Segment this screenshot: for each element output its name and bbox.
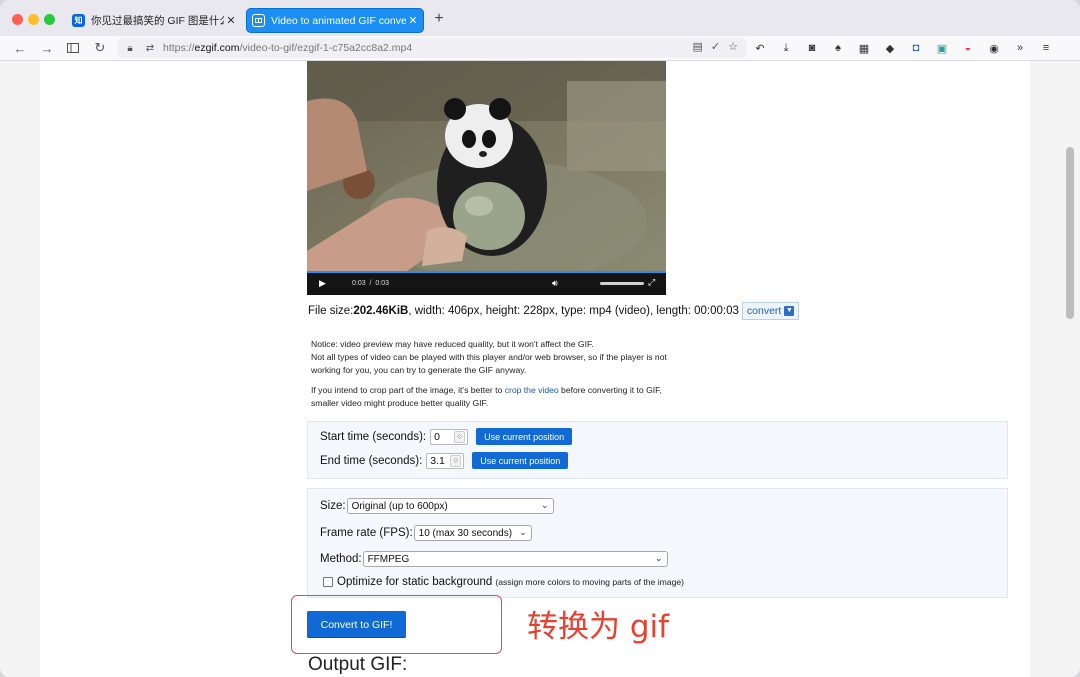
zoom-window-button[interactable] <box>44 14 55 25</box>
close-icon[interactable]: ✕ <box>406 14 420 27</box>
toolbar-extensions: ↶ ⤓ ◙ ♠ ▦ ◆ ◘ ▣ ◒ ◉ » ≡ <box>752 40 1054 56</box>
pocket-icon[interactable]: ◒ <box>960 40 976 56</box>
menu-icon[interactable]: ≡ <box>1038 40 1054 56</box>
method-row: Method: FFMPEG ⌄ <box>320 551 668 567</box>
convert-dropdown-button[interactable]: convert ▼ <box>741 302 800 320</box>
reload-icon[interactable]: ↻ <box>92 40 108 56</box>
checkmark-icon[interactable]: ✓ <box>711 40 720 53</box>
end-time-label: End time (seconds): <box>320 454 423 467</box>
size-label: Size: <box>320 500 346 512</box>
ezgif-favicon-icon <box>252 14 265 27</box>
end-time-row: End time (seconds): 3.1 ◇ Use current pos… <box>320 452 569 469</box>
back-arrow-icon[interactable]: ← <box>12 40 28 56</box>
camera-icon[interactable]: ◙ <box>804 40 820 56</box>
video-progress-bar[interactable] <box>307 271 666 273</box>
annotation-text: 转换为 gif <box>527 609 670 645</box>
start-time-input[interactable]: 0 ◇ <box>430 428 469 445</box>
panda-icon[interactable]: ◉ <box>986 40 1002 56</box>
fps-label: Frame rate (FPS): <box>320 527 413 539</box>
play-icon[interactable]: ▶ <box>319 278 326 289</box>
fps-row: Frame rate (FPS): 10 (max 30 seconds) ⌄ <box>320 525 532 541</box>
video-frame <box>307 61 666 281</box>
chevron-down-icon: ▼ <box>784 306 795 316</box>
method-select[interactable]: FFMPEG ⌄ <box>362 551 668 567</box>
method-label: Method: <box>320 553 362 565</box>
bitwarden-icon[interactable]: ◘ <box>908 40 924 56</box>
file-info: File size: 202.46KiB , width: 406px, hei… <box>308 302 800 320</box>
volume-icon[interactable]: 🔊︎ <box>552 278 558 289</box>
tab-strip: 知 你见过最搞笑的 GIF 图是什么? - 知 ✕ Video to anima… <box>0 0 1080 36</box>
navigation-bar: ← → ↻ 🔒︎ ⇄ https://ezgif.com/video-to-gi… <box>0 36 1080 61</box>
file-size-value: 202.46KiB <box>353 305 409 317</box>
close-icon[interactable]: ✕ <box>224 14 238 27</box>
file-size-label: File size: <box>308 305 354 317</box>
end-use-current-position-button[interactable]: Use current position <box>472 452 569 469</box>
lock-icon[interactable]: 🔒︎ <box>123 43 137 54</box>
forward-arrow-icon[interactable]: → <box>39 40 55 56</box>
notice-preview: Notice: video preview may have reduced q… <box>311 339 667 375</box>
stepper-icon[interactable]: ◇ <box>454 430 466 443</box>
output-heading: Output GIF: <box>308 654 408 675</box>
new-tab-icon[interactable]: + <box>431 10 447 28</box>
volume-slider[interactable] <box>600 282 644 285</box>
save-icon[interactable]: ▣ <box>934 40 950 56</box>
close-window-button[interactable] <box>12 14 23 25</box>
stepper-icon[interactable]: ◇ <box>450 454 462 467</box>
minimize-window-button[interactable] <box>28 14 39 25</box>
optimize-hint: (assign more colors to moving parts of t… <box>495 577 684 587</box>
start-use-current-position-button[interactable]: Use current position <box>476 428 573 445</box>
reader-mode-icon[interactable]: ▤ <box>693 40 703 53</box>
refresh-extension-icon[interactable]: ↶ <box>752 40 768 56</box>
chevron-down-icon: ⌄ <box>655 553 663 563</box>
fullscreen-icon[interactable]: ⤢ <box>648 277 655 288</box>
url-text: https://ezgif.com/video-to-gif/ezgif-1-c… <box>163 42 413 54</box>
crop-video-link[interactable]: crop the video <box>505 385 559 395</box>
start-time-row: Start time (seconds): 0 ◇ Use current pos… <box>320 428 573 445</box>
chevron-down-icon: ⌄ <box>519 527 527 537</box>
puzzle-icon[interactable]: ◆ <box>882 40 898 56</box>
annotation-highlight-box <box>291 595 502 654</box>
optimize-label[interactable]: Optimize for static background <box>337 576 492 588</box>
url-bar[interactable]: 🔒︎ ⇄ https://ezgif.com/video-to-gif/ezgi… <box>118 38 746 58</box>
page-scrollbar[interactable] <box>1066 147 1074 319</box>
zhihu-favicon-icon: 知 <box>72 14 85 27</box>
tab-zhihu[interactable]: 知 你见过最搞笑的 GIF 图是什么? - 知 ✕ <box>66 8 242 33</box>
download-icon[interactable]: ⤓ <box>778 40 794 56</box>
bookmark-star-icon[interactable]: ☆ <box>728 40 738 53</box>
rocket-icon[interactable]: ♠ <box>830 40 846 56</box>
permissions-icon[interactable]: ⇄ <box>143 43 157 54</box>
size-row: Size: Original (up to 600px) ⌄ <box>320 498 554 514</box>
file-details: , width: 406px, height: 228px, type: mp4… <box>408 305 739 317</box>
video-time: 0:03 / 0:03 <box>352 280 389 287</box>
start-time-label: Start time (seconds): <box>320 430 427 443</box>
fps-select[interactable]: 10 (max 30 seconds) ⌄ <box>413 525 532 541</box>
size-select[interactable]: Original (up to 600px) ⌄ <box>346 498 554 514</box>
optimize-row: Optimize for static background (assign m… <box>323 576 684 588</box>
video-player[interactable]: ▶ 0:03 / 0:03 🔊︎ ⤢ <box>307 61 666 295</box>
browser-window: 知 你见过最搞笑的 GIF 图是什么? - 知 ✕ Video to anima… <box>0 0 1080 677</box>
optimize-checkbox[interactable] <box>323 577 333 587</box>
tab-title: Video to animated GIF converter <box>271 14 406 27</box>
video-controls: ▶ 0:03 / 0:03 🔊︎ ⤢ <box>307 271 666 295</box>
chevron-down-icon: ⌄ <box>541 500 549 510</box>
store-icon[interactable]: ▦ <box>856 40 872 56</box>
sidebar-icon[interactable] <box>65 40 81 56</box>
end-time-input[interactable]: 3.1 ◇ <box>426 452 465 469</box>
notice-crop: If you intend to crop part of the image,… <box>311 385 662 408</box>
url-actions: ▤ ✓ ☆ <box>693 40 739 53</box>
tab-title: 你见过最搞笑的 GIF 图是什么? - 知 <box>91 15 224 27</box>
overflow-chevron-icon[interactable]: » <box>1012 40 1028 56</box>
tab-ezgif[interactable]: Video to animated GIF converter ✕ <box>246 8 424 33</box>
